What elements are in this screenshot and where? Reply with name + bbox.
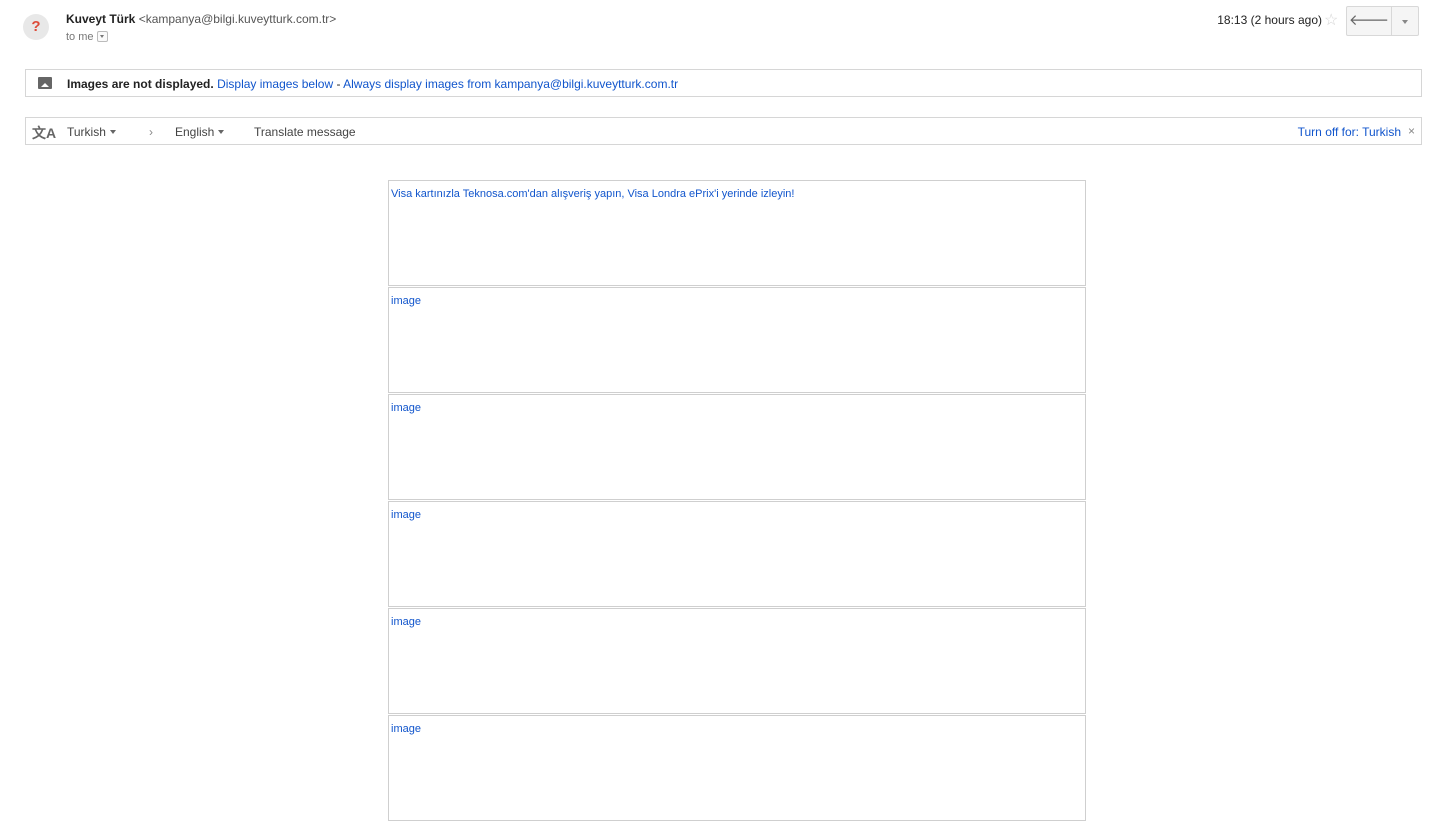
image-placeholder[interactable]: image <box>388 715 1086 821</box>
arrow-right-icon: › <box>149 125 153 139</box>
image-placeholder[interactable]: image <box>388 501 1086 607</box>
images-notice-text: Images are not displayed. Display images… <box>67 77 678 91</box>
sender-name[interactable]: Kuveyt Türk <box>66 12 135 26</box>
display-images-below-link[interactable]: Display images below <box>217 77 333 91</box>
images-notice: Images are not displayed. <box>67 77 214 91</box>
reply-icon: 🡐 <box>1348 12 1390 29</box>
recipient-details-dropdown-icon[interactable] <box>96 30 108 42</box>
translate-icon: 文A <box>32 125 57 141</box>
sender-email: <kampanya@bilgi.kuveytturk.com.tr> <box>138 12 337 26</box>
sender-line: Kuveyt Türk <kampanya@bilgi.kuveytturk.c… <box>66 12 336 26</box>
link-separator: - <box>333 77 344 91</box>
reply-button-group: 🡐 <box>1346 6 1419 36</box>
recipient-label: to me <box>66 31 94 43</box>
chevron-down-icon <box>109 129 116 134</box>
close-icon[interactable]: × <box>1408 124 1415 138</box>
image-placeholder[interactable]: image <box>388 608 1086 714</box>
sender-avatar[interactable]: ? <box>23 14 49 40</box>
image-placeholder[interactable]: image <box>388 394 1086 500</box>
star-icon[interactable]: ☆ <box>1324 10 1338 30</box>
recipient-line: to me <box>66 30 108 43</box>
image-icon <box>38 77 52 89</box>
chevron-down-icon <box>218 129 225 134</box>
more-options-chevron-down-icon[interactable] <box>1392 6 1419 36</box>
source-language-dropdown[interactable]: Turkish <box>67 125 116 139</box>
source-language-label: Turkish <box>67 125 106 139</box>
turn-off-translation-link[interactable]: Turn off for: Turkish <box>1298 125 1401 139</box>
target-language-label: English <box>175 125 215 139</box>
image-placeholder[interactable]: image <box>388 287 1086 393</box>
message-timestamp: 18:13 (2 hours ago) <box>1217 13 1322 27</box>
translate-message-link[interactable]: Translate message <box>254 125 356 139</box>
reply-button[interactable]: 🡐 <box>1346 6 1392 36</box>
email-headline-link[interactable]: Visa kartınızla Teknosa.com'dan alışveri… <box>388 180 1086 286</box>
images-not-displayed-bar: Images are not displayed. Display images… <box>25 69 1422 97</box>
always-display-images-link[interactable]: Always display images from kampanya@bilg… <box>343 77 678 91</box>
translate-bar: 文A Turkish › English Translate message T… <box>25 117 1422 145</box>
target-language-dropdown[interactable]: English <box>175 125 225 139</box>
message-header: ? Kuveyt Türk <kampanya@bilgi.kuveytturk… <box>0 0 1437 58</box>
